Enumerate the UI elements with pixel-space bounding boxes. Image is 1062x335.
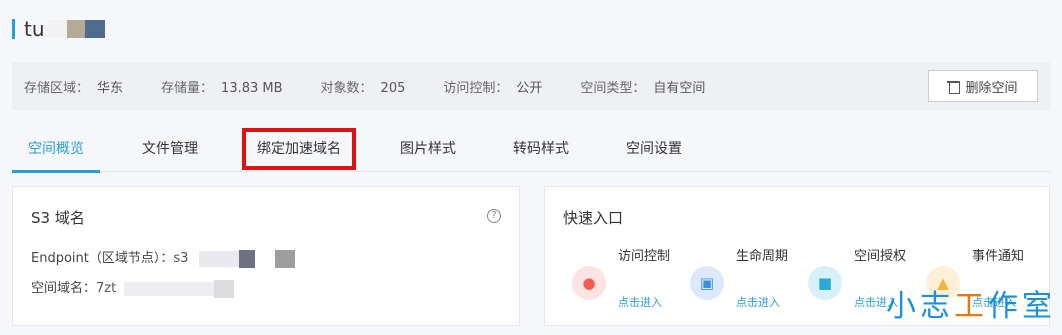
s3-card-title: S3 域名 [31, 209, 85, 227]
bucket-info-bar: 存储区域： 华东 存储量： 13.83 MB 对象数： 205 访问控制： 公开 空间类… [12, 62, 1050, 110]
redacted-domain [124, 281, 215, 296]
redacted-endpoint-2 [238, 249, 255, 268]
watermark-char: 室 [1022, 289, 1056, 324]
info-access: 访问控制： 公开 [443, 80, 543, 96]
quick-item-link[interactable]: 点击进入 [736, 294, 780, 310]
watermark: 小志工作室 [886, 281, 1056, 325]
tab-image-styles[interactable]: 图片样式 [358, 126, 498, 172]
quick-card-title: 快速入口 [563, 209, 624, 227]
user-lock-icon: ● [572, 266, 606, 300]
tab-bucket-settings[interactable]: 空间设置 [584, 126, 724, 172]
tab-overview[interactable]: 空间概览 [12, 126, 100, 173]
watermark-char: 小 [886, 289, 920, 324]
redacted-endpoint-3 [274, 249, 295, 268]
bucket-domain-label: 空间域名： [31, 281, 97, 296]
endpoint-label: Endpoint（区域节点）： [31, 251, 174, 266]
info-type: 空间类型： 自有空间 [580, 80, 706, 96]
redacted-name [46, 20, 67, 38]
tab-files[interactable]: 文件管理 [100, 126, 240, 172]
redacted-endpoint [198, 250, 239, 267]
redacted-domain-2 [214, 279, 235, 298]
quick-item-label: 访问控制 [618, 249, 671, 264]
watermark-char: 志 [920, 289, 954, 324]
trash-icon [947, 80, 961, 94]
quick-item-label: 事件通知 [972, 249, 1025, 264]
bucket-tabs: 空间概览 文件管理 绑定加速域名 图片样式 转码样式 空间设置 [12, 126, 1050, 173]
watermark-char: 作 [988, 289, 1022, 324]
info-region: 存储区域： 华东 [24, 80, 124, 96]
delete-bucket-button[interactable]: 删除空间 [928, 70, 1038, 102]
help-icon[interactable]: ? [487, 209, 501, 223]
box-key-icon: ■ [808, 266, 842, 300]
tab-transcode-styles[interactable]: 转码样式 [498, 126, 584, 172]
calendar-clock-icon: ▣ [690, 266, 724, 300]
s3-domain-card: S3 域名 ? Endpoint（区域节点）：s3 空间域名：7zt [12, 186, 520, 326]
quick-item-link[interactable]: 点击进入 [618, 294, 662, 310]
watermark-char: 工 [954, 289, 988, 324]
bucket-title: tu [24, 17, 45, 41]
redacted-name-2 [66, 20, 85, 38]
quick-item-label: 空间授权 [854, 249, 907, 264]
bucket-domain-value: 7zt [96, 281, 117, 296]
bucket-header: tu [12, 14, 105, 44]
tab-bind-domain[interactable]: 绑定加速域名 [240, 126, 358, 172]
redacted-name-3 [84, 20, 105, 38]
title-accent-bar [12, 19, 15, 39]
quick-item-label: 生命周期 [736, 249, 789, 264]
info-objects: 对象数： 205 [320, 80, 406, 96]
endpoint-value: s3 [173, 251, 189, 266]
endpoint-row: Endpoint（区域节点）：s3 [31, 247, 295, 268]
info-storage: 存储量： 13.83 MB [161, 80, 283, 96]
bucket-domain-row: 空间域名：7zt [31, 277, 235, 298]
delete-bucket-label: 删除空间 [965, 80, 1018, 96]
